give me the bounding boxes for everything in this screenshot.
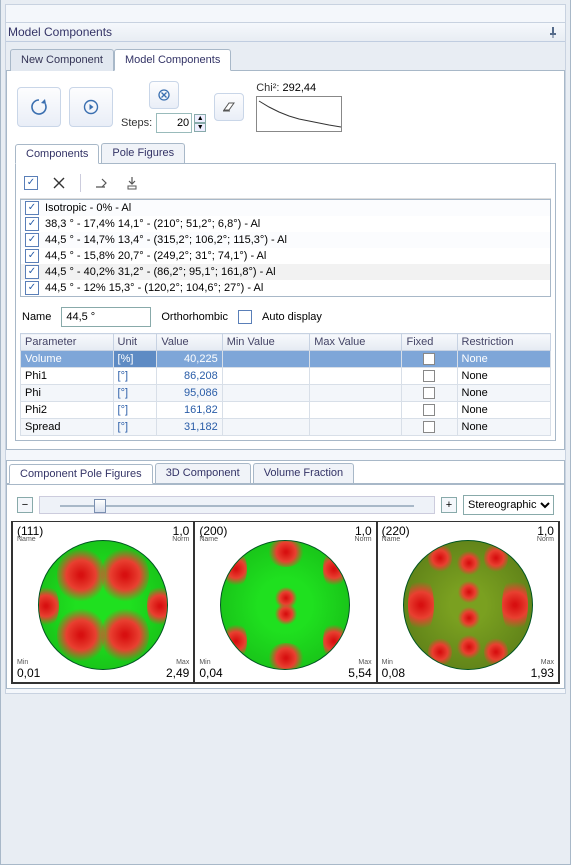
tab-3d-component[interactable]: 3D Component bbox=[155, 463, 251, 483]
divider bbox=[80, 174, 81, 192]
pole-figure-row: Name (111) Norm 1,0 Min 0,01 Max 2,49 bbox=[11, 521, 560, 684]
table-row[interactable]: Spread[°]31,182None bbox=[21, 419, 551, 436]
delete-icon[interactable] bbox=[50, 174, 68, 192]
name-label: Name bbox=[22, 311, 51, 323]
check-all[interactable] bbox=[24, 176, 38, 190]
col-parameter[interactable]: Parameter bbox=[21, 334, 114, 351]
col-value[interactable]: Value bbox=[157, 334, 222, 351]
row-check[interactable] bbox=[25, 201, 39, 215]
auto-display-label: Auto display bbox=[262, 311, 322, 323]
tab-model-components[interactable]: Model Components bbox=[114, 49, 231, 71]
components-tabstrip: Components Pole Figures bbox=[15, 139, 556, 164]
row-check[interactable] bbox=[25, 265, 39, 279]
chi-chart bbox=[256, 96, 342, 132]
tab-volume-fraction[interactable]: Volume Fraction bbox=[253, 463, 354, 483]
pole-figure-220: Name (220) Norm 1,0 Min 0,08 Max 1,93 bbox=[377, 521, 559, 683]
col-fixed[interactable]: Fixed bbox=[402, 334, 457, 351]
zoom-in-button[interactable]: + bbox=[441, 497, 457, 513]
row-check[interactable] bbox=[25, 281, 39, 295]
symmetry-label: Orthorhombic bbox=[161, 311, 228, 323]
list-item[interactable]: 44,5 ° - 14,7% 13,4° - (315,2°; 106,2°; … bbox=[45, 234, 287, 246]
list-item[interactable]: 44,5 ° - 12% 15,3° - (120,2°; 104,6°; 27… bbox=[45, 282, 263, 294]
delete-step-button[interactable] bbox=[149, 81, 179, 109]
col-unit[interactable]: Unit bbox=[113, 334, 157, 351]
col-max[interactable]: Max Value bbox=[310, 334, 402, 351]
steps-up[interactable]: ▲ bbox=[194, 114, 206, 123]
subtab-components[interactable]: Components bbox=[15, 144, 99, 164]
play-button[interactable] bbox=[69, 87, 113, 127]
pin-icon[interactable] bbox=[547, 26, 559, 38]
tab-new-component[interactable]: New Component bbox=[10, 49, 114, 71]
zoom-slider[interactable] bbox=[39, 496, 435, 514]
name-input[interactable] bbox=[61, 307, 151, 327]
fixed-check[interactable] bbox=[423, 404, 435, 416]
projection-select[interactable]: Stereographic bbox=[463, 495, 554, 515]
component-list[interactable]: Isotropic - 0% - Al 38,3 ° - 17,4% 14,1°… bbox=[20, 199, 551, 297]
row-check[interactable] bbox=[25, 249, 39, 263]
list-item[interactable]: 44,5 ° - 40,2% 31,2° - (86,2°; 95,1°; 16… bbox=[45, 266, 276, 278]
subtab-pole-figures[interactable]: Pole Figures bbox=[101, 143, 185, 163]
panel-title: Model Components bbox=[8, 25, 112, 39]
chi-value: 292,44 bbox=[282, 82, 316, 94]
save-icon[interactable] bbox=[123, 174, 141, 192]
export-icon[interactable] bbox=[93, 174, 111, 192]
auto-display-check[interactable] bbox=[238, 310, 252, 324]
col-restriction[interactable]: Restriction bbox=[457, 334, 551, 351]
table-row[interactable]: Phi2[°]161,82None bbox=[21, 402, 551, 419]
fixed-check[interactable] bbox=[423, 370, 435, 382]
fixed-check[interactable] bbox=[423, 353, 435, 365]
pole-figure-111: Name (111) Norm 1,0 Min 0,01 Max 2,49 bbox=[12, 521, 194, 683]
table-row[interactable]: Phi[°]95,086None bbox=[21, 385, 551, 402]
table-row[interactable]: Phi1[°]86,208None bbox=[21, 368, 551, 385]
fixed-check[interactable] bbox=[423, 387, 435, 399]
tab-component-pole-figures[interactable]: Component Pole Figures bbox=[9, 464, 153, 484]
steps-label: Steps: bbox=[121, 117, 152, 129]
zoom-out-button[interactable]: − bbox=[17, 497, 33, 513]
fixed-check[interactable] bbox=[423, 421, 435, 433]
row-check[interactable] bbox=[25, 217, 39, 231]
col-min[interactable]: Min Value bbox=[222, 334, 310, 351]
list-item[interactable]: 38,3 ° - 17,4% 14,1° - (210°; 51,2°; 6,8… bbox=[45, 218, 260, 230]
row-check[interactable] bbox=[25, 233, 39, 247]
top-tabstrip: New Component Model Components bbox=[6, 42, 565, 71]
list-item[interactable]: 44,5 ° - 15,8% 20,7° - (249,2°; 31°; 74,… bbox=[45, 250, 266, 262]
erase-button[interactable] bbox=[214, 93, 244, 121]
chi-label: Chi²: bbox=[256, 82, 279, 94]
pole-figure-200: Name (200) Norm 1,0 Min 0,04 Max 5,54 bbox=[194, 521, 376, 683]
steps-down[interactable]: ▼ bbox=[194, 123, 206, 132]
refresh-button[interactable] bbox=[17, 87, 61, 127]
steps-input[interactable] bbox=[156, 113, 192, 133]
parameter-table: Parameter Unit Value Min Value Max Value… bbox=[20, 333, 551, 436]
list-item[interactable]: Isotropic - 0% - Al bbox=[45, 202, 131, 214]
table-row[interactable]: Volume[%]40,225None bbox=[21, 351, 551, 368]
